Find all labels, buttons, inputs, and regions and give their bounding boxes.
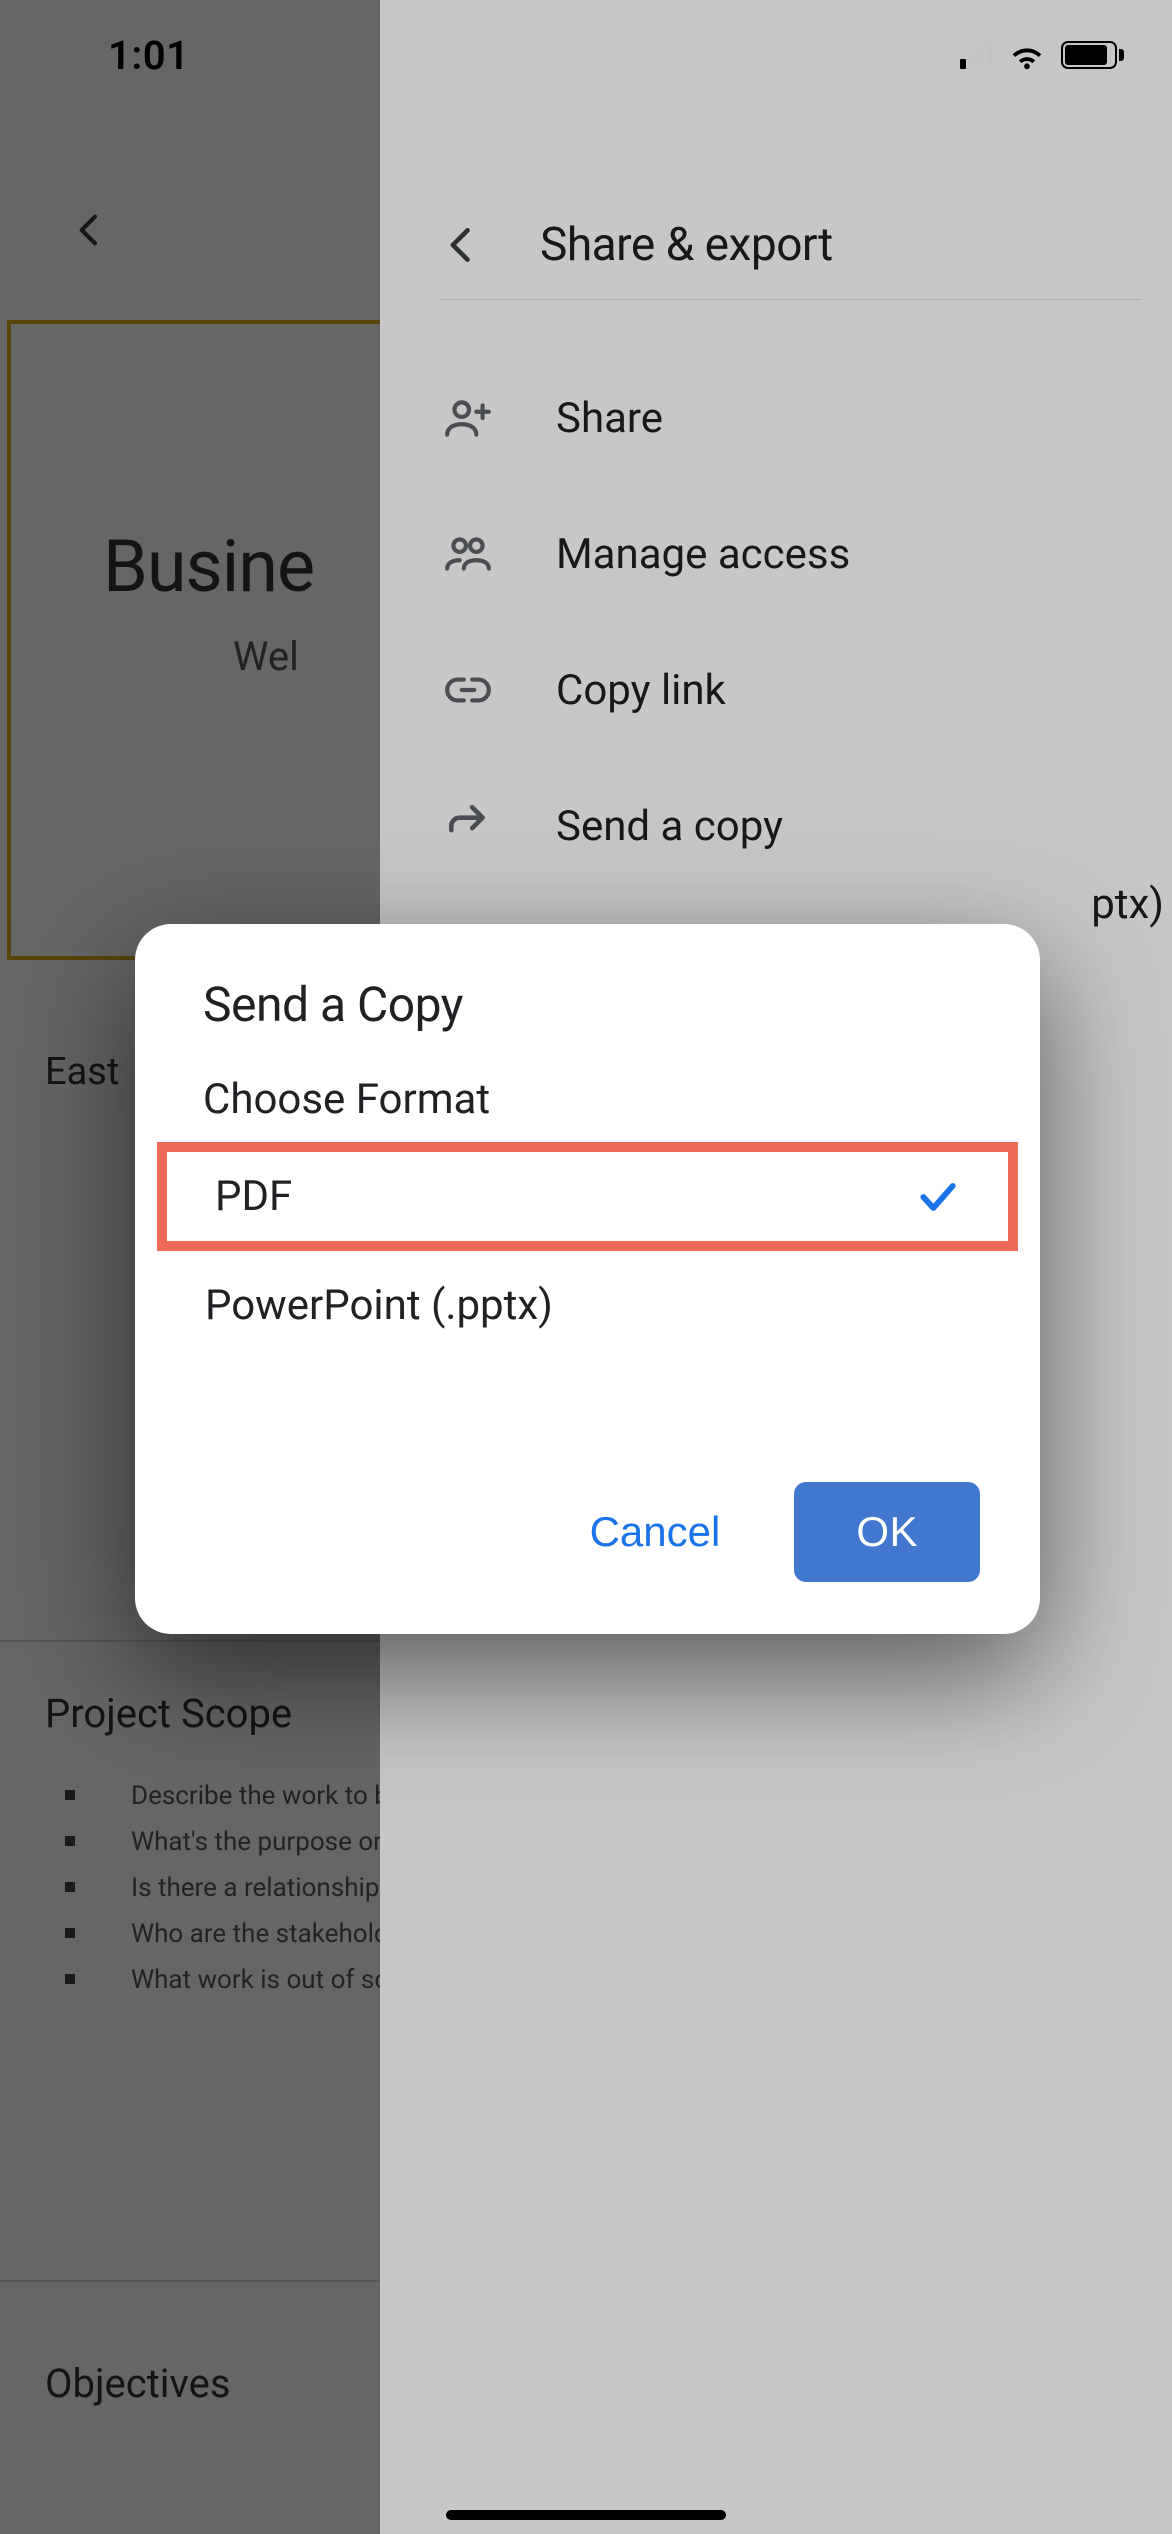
status-bar: 1:01 [0, 0, 1172, 110]
dialog-subtitle: Choose Format [135, 1075, 1040, 1142]
ok-button[interactable]: OK [794, 1482, 980, 1582]
dialog-title: Send a Copy [135, 976, 1040, 1075]
option-label: PowerPoint (.pptx) [205, 1281, 553, 1330]
format-option-pdf[interactable]: PDF [157, 1142, 1018, 1251]
checkmark-icon [916, 1175, 960, 1219]
home-indicator [446, 2510, 726, 2520]
option-label: PDF [215, 1172, 292, 1221]
cellular-signal-icon [960, 41, 993, 69]
format-option-powerpoint[interactable]: PowerPoint (.pptx) [135, 1251, 1040, 1360]
status-time: 1:01 [108, 32, 189, 79]
battery-icon [1061, 41, 1124, 69]
cancel-button[interactable]: Cancel [572, 1488, 739, 1576]
wifi-icon [1007, 40, 1047, 70]
send-copy-dialog: Send a Copy Choose Format PDF PowerPoint… [135, 924, 1040, 1634]
